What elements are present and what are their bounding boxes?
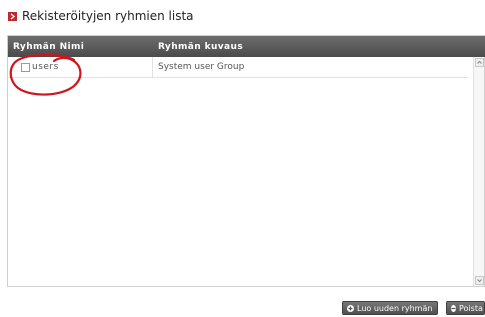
column-header-group-description[interactable]: Ryhmän kuvaus	[158, 36, 243, 57]
group-name-cell: users	[8, 57, 153, 77]
row-select-checkbox[interactable]	[21, 63, 30, 72]
group-description: System user Group	[158, 62, 245, 72]
create-group-label: Luo uuden ryhmän	[357, 303, 433, 313]
group-table: Ryhmän Nimi Ryhmän kuvaus users System u…	[7, 35, 485, 287]
plus-circle-icon	[347, 304, 354, 312]
chevron-up-icon	[477, 60, 482, 64]
arrow-right-icon	[8, 11, 17, 21]
table-row[interactable]: users System user Group	[8, 57, 468, 78]
section-header: Rekisteröityjen ryhmien lista	[8, 9, 194, 23]
group-name[interactable]: users	[32, 62, 59, 72]
scroll-up-button[interactable]	[475, 58, 484, 67]
delete-group-label: Poista	[459, 303, 483, 313]
group-list-page: Rekisteröityjen ryhmien lista Ryhmän Nim…	[0, 0, 485, 317]
table-header: Ryhmän Nimi Ryhmän kuvaus	[8, 36, 485, 57]
chevron-down-icon	[477, 279, 482, 283]
minus-circle-icon	[451, 304, 456, 312]
column-header-group-name[interactable]: Ryhmän Nimi	[13, 36, 84, 57]
page-title: Rekisteröityjen ryhmien lista	[22, 9, 194, 23]
delete-group-button[interactable]: Poista	[446, 301, 485, 315]
scroll-down-button[interactable]	[475, 276, 484, 285]
create-group-button[interactable]: Luo uuden ryhmän	[342, 301, 438, 315]
vertical-scrollbar[interactable]	[473, 57, 484, 286]
